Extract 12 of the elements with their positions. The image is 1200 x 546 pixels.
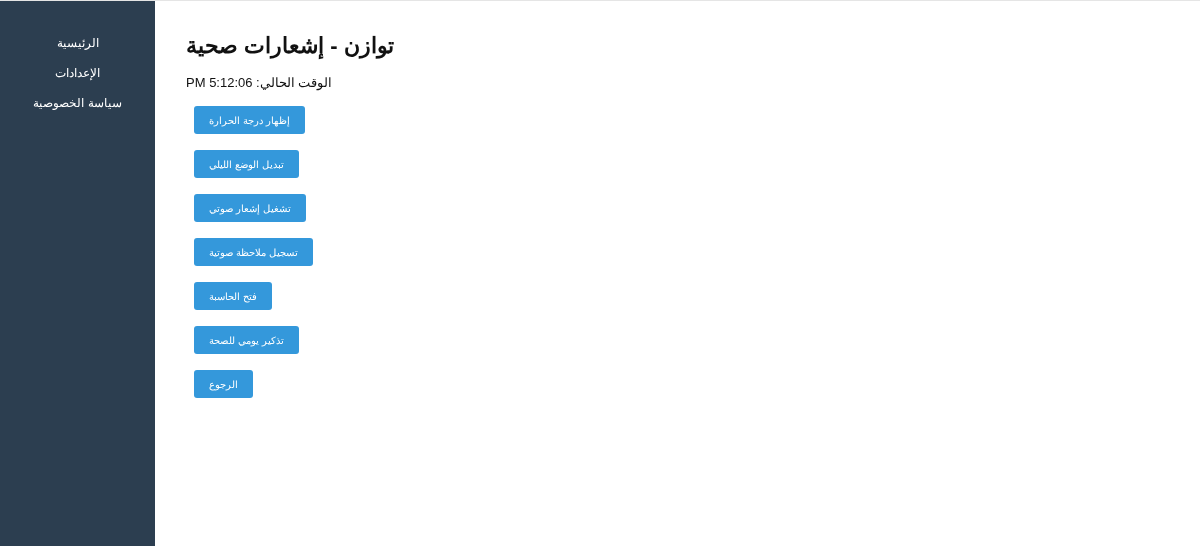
action-button[interactable]: الرجوع xyxy=(194,370,253,398)
sidebar-link[interactable]: سياسة الخصوصية xyxy=(33,95,122,111)
action-button[interactable]: تبديل الوضع الليلي xyxy=(194,150,299,178)
page-title: توازن - إشعارات صحية xyxy=(186,32,395,61)
action-button[interactable]: تسجيل ملاحظة صوتية xyxy=(194,238,313,266)
sidebar-link[interactable]: الإعدادات xyxy=(55,65,100,81)
current-time: الوقت الحالي: 5:12:06 PM xyxy=(186,75,333,90)
action-button[interactable]: تذكير يومي للصحة xyxy=(194,326,299,354)
action-button[interactable]: فتح الحاسبة xyxy=(194,282,272,310)
action-button[interactable]: تشغيل إشعار صوتي xyxy=(194,194,306,222)
sidebar-link[interactable]: الرئيسية xyxy=(56,35,99,51)
action-button[interactable]: إظهار درجة الحرارة xyxy=(194,106,305,134)
